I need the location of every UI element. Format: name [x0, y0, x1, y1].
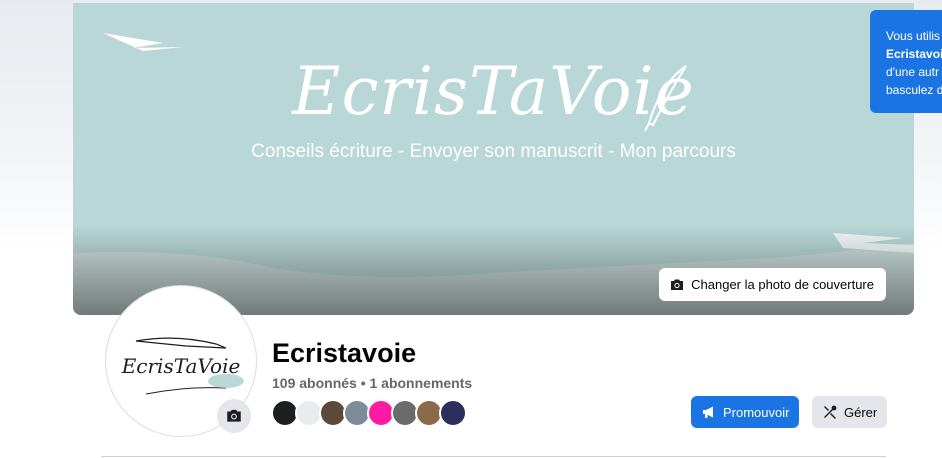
tooltip-line-3: d'une autr: [886, 65, 939, 79]
follower-avatars[interactable]: [271, 399, 467, 427]
camera-icon: [227, 409, 241, 422]
tooltip-line-2: Ecristavoi: [886, 47, 942, 61]
avatar-logo-text: EcrisTaVoie: [121, 354, 241, 378]
megaphone-icon: [703, 406, 713, 418]
promote-label: Promouvoir: [723, 404, 790, 420]
page-name[interactable]: Ecristavoie: [272, 338, 416, 369]
switch-profile-tooltip[interactable]: Vous utilis Ecristavoi d'une autr bascul…: [870, 10, 942, 113]
manage-label: Gérer: [844, 404, 878, 420]
camera-icon: [671, 279, 684, 290]
cover-photo[interactable]: EcrisTaVoie Conseils écriture - Envoyer …: [73, 3, 914, 315]
manage-button[interactable]: Gérer: [812, 396, 888, 428]
divider: [101, 456, 886, 457]
change-cover-button[interactable]: Changer la photo de couverture: [659, 268, 886, 301]
follower-avatar[interactable]: [439, 399, 467, 427]
page-stats[interactable]: 109 abonnés • 1 abonnements: [272, 375, 472, 391]
feather-icon: [644, 65, 687, 132]
cover-subtitle: Conseils écriture - Envoyer son manuscri…: [251, 141, 736, 162]
tooltip-line-1: Vous utilis: [886, 29, 941, 43]
change-profile-picture-button[interactable]: [217, 399, 251, 433]
tooltip-line-4: basculez d: [886, 83, 942, 97]
promote-button[interactable]: Promouvoir: [691, 396, 800, 428]
tools-icon: [824, 405, 837, 419]
change-cover-label: Changer la photo de couverture: [691, 277, 874, 292]
cover-title: EcrisTaVoie: [292, 53, 695, 130]
